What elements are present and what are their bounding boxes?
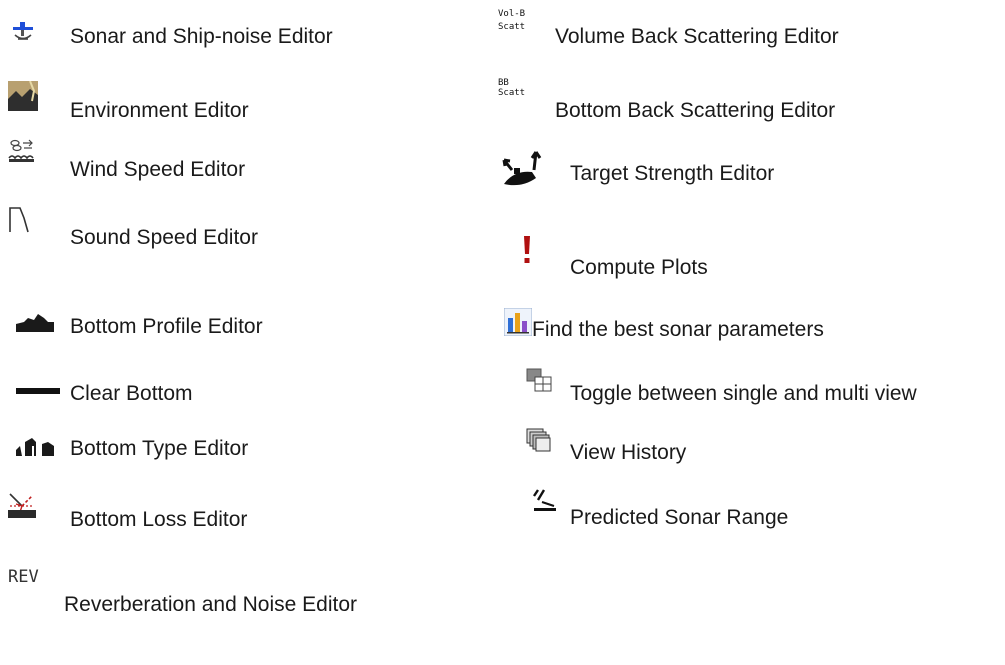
left-entry-sonar: Sonar and Ship-noise Editor	[0, 18, 470, 58]
right-entry-predicted-range: Predicted Sonar Range	[490, 488, 1005, 529]
left-entry-clear-bottom: Clear Bottom	[0, 374, 470, 414]
right-entry-target: Target Strength Editor	[490, 150, 1005, 190]
right-entry-best-params: Find the best sonar parameters	[490, 308, 1005, 348]
right-entry-history: View History	[490, 428, 1005, 468]
volume-icon-text-top: Vol-B	[498, 9, 526, 19]
bb-icon-text-top: BB	[498, 78, 509, 88]
view-toggle-icon	[526, 368, 552, 392]
best-sonar-params-label: Find the best sonar parameters	[532, 318, 824, 341]
toggle-view-label: Toggle between single and multi view	[570, 382, 917, 405]
environment-editor-label: Environment Editor	[70, 99, 249, 122]
left-entry-bottom-profile: Bottom Profile Editor	[0, 306, 470, 346]
reverberation-icon: REV	[8, 567, 39, 587]
exclamation-icon	[524, 236, 530, 263]
wind-speed-icon	[8, 139, 34, 162]
bottom-type-icon	[16, 438, 54, 456]
left-entry-sound: Sound Speed Editor	[0, 204, 470, 249]
right-entry-toggle-view: Toggle between single and multi view	[490, 368, 1005, 408]
history-stack-icon	[526, 428, 551, 452]
bottom-profile-icon	[16, 314, 54, 332]
bb-icon-text-bottom: Scatt	[498, 88, 526, 98]
sonar-editor-label: Sonar and Ship-noise Editor	[70, 25, 333, 48]
bar-chart-icon	[504, 308, 532, 336]
predicted-sonar-range-label: Predicted Sonar Range	[570, 506, 789, 529]
left-entry-reverberation: REV Reverberation and Noise Editor	[0, 567, 470, 616]
volume-back-scattering-label: Volume Back Scattering Editor	[555, 25, 839, 48]
target-strength-label: Target Strength Editor	[570, 162, 775, 185]
view-history-label: View History	[570, 441, 687, 464]
bottom-type-editor-label: Bottom Type Editor	[70, 437, 249, 460]
compute-plots-label: Compute Plots	[570, 256, 708, 279]
left-entry-wind: Wind Speed Editor	[0, 136, 470, 181]
bottom-profile-editor-label: Bottom Profile Editor	[70, 315, 263, 338]
bottom-loss-editor-label: Bottom Loss Editor	[70, 508, 248, 531]
bottom-back-scattering-label: Bottom Back Scattering Editor	[555, 99, 836, 122]
clear-bottom-label: Clear Bottom	[70, 382, 193, 405]
reverberation-editor-label: Reverberation and Noise Editor	[64, 593, 357, 616]
clear-bottom-icon	[16, 388, 60, 394]
bottom-back-scattering-icon: BB Scatt	[498, 79, 534, 105]
sound-speed-editor-label: Sound Speed Editor	[70, 226, 258, 249]
volume-back-scattering-icon: Vol-B Scatt	[498, 10, 534, 36]
predicted-range-icon	[533, 489, 556, 511]
environment-icon	[8, 81, 38, 111]
left-entry-bottom-type: Bottom Type Editor	[0, 428, 470, 468]
bottom-loss-icon	[8, 493, 36, 518]
right-entry-compute: Compute Plots	[490, 236, 1005, 279]
volume-icon-text-bottom: Scatt	[498, 22, 526, 32]
wind-speed-editor-label: Wind Speed Editor	[70, 158, 246, 181]
target-strength-icon	[502, 151, 542, 186]
sound-speed-icon	[9, 207, 29, 233]
right-entry-bottom-scatt: BB Scatt Bottom Back Scattering Editor	[490, 79, 1005, 123]
left-entry-environment: Environment Editor	[0, 81, 470, 122]
sonar-ship-icon	[13, 22, 33, 40]
right-entry-volume-scatt: Vol-B Scatt Volume Back Scattering Edito…	[490, 10, 1005, 50]
left-entry-bottom-loss: Bottom Loss Editor	[0, 490, 470, 531]
